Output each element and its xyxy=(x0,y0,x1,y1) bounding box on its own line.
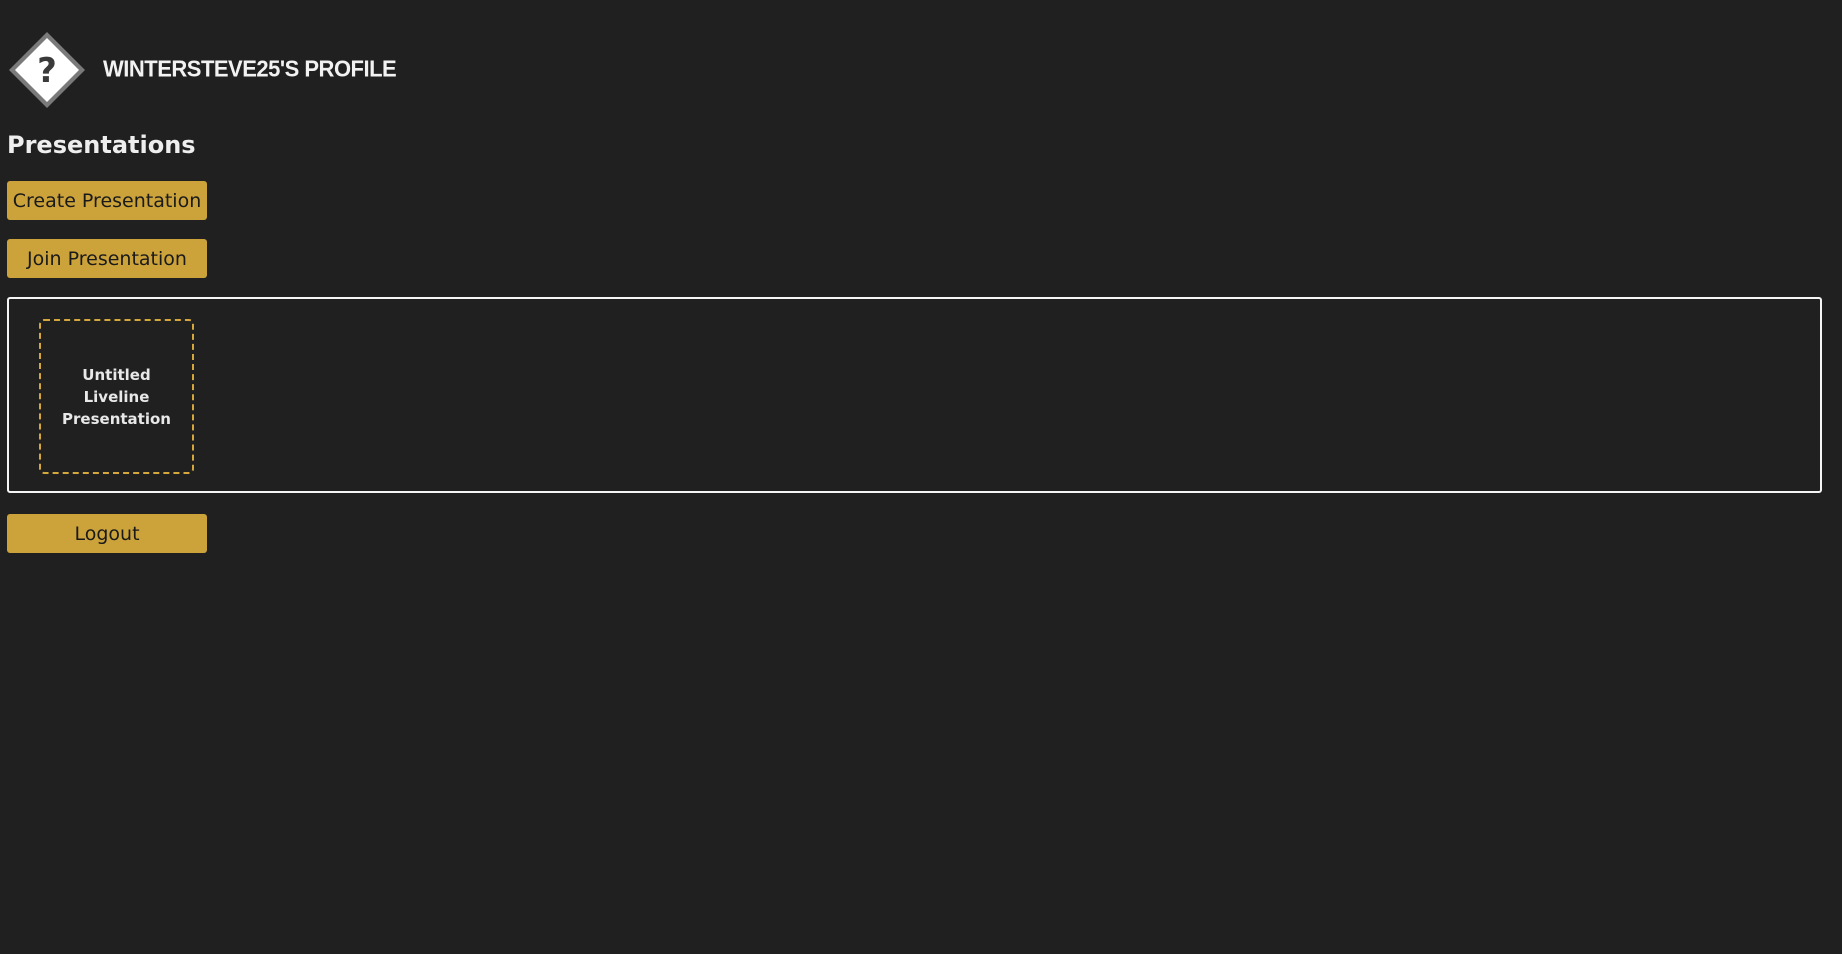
profile-title: WINTERSTEVE25'S PROFILE xyxy=(103,55,397,82)
presentation-list: Untitled Liveline Presentation xyxy=(7,297,1822,493)
logout-button[interactable]: Logout xyxy=(7,514,207,553)
create-presentation-button[interactable]: Create Presentation xyxy=(7,181,207,220)
join-presentation-button[interactable]: Join Presentation xyxy=(7,239,207,278)
presentations-heading: Presentations xyxy=(7,131,196,159)
presentation-card[interactable]: Untitled Liveline Presentation xyxy=(39,319,194,474)
question-mark-diamond-icon: ? xyxy=(7,30,87,110)
presentation-card-title: Untitled Liveline Presentation xyxy=(62,365,171,428)
svg-text:?: ? xyxy=(37,51,57,91)
profile-header: ? WINTERSTEVE25'S PROFILE xyxy=(7,30,397,110)
